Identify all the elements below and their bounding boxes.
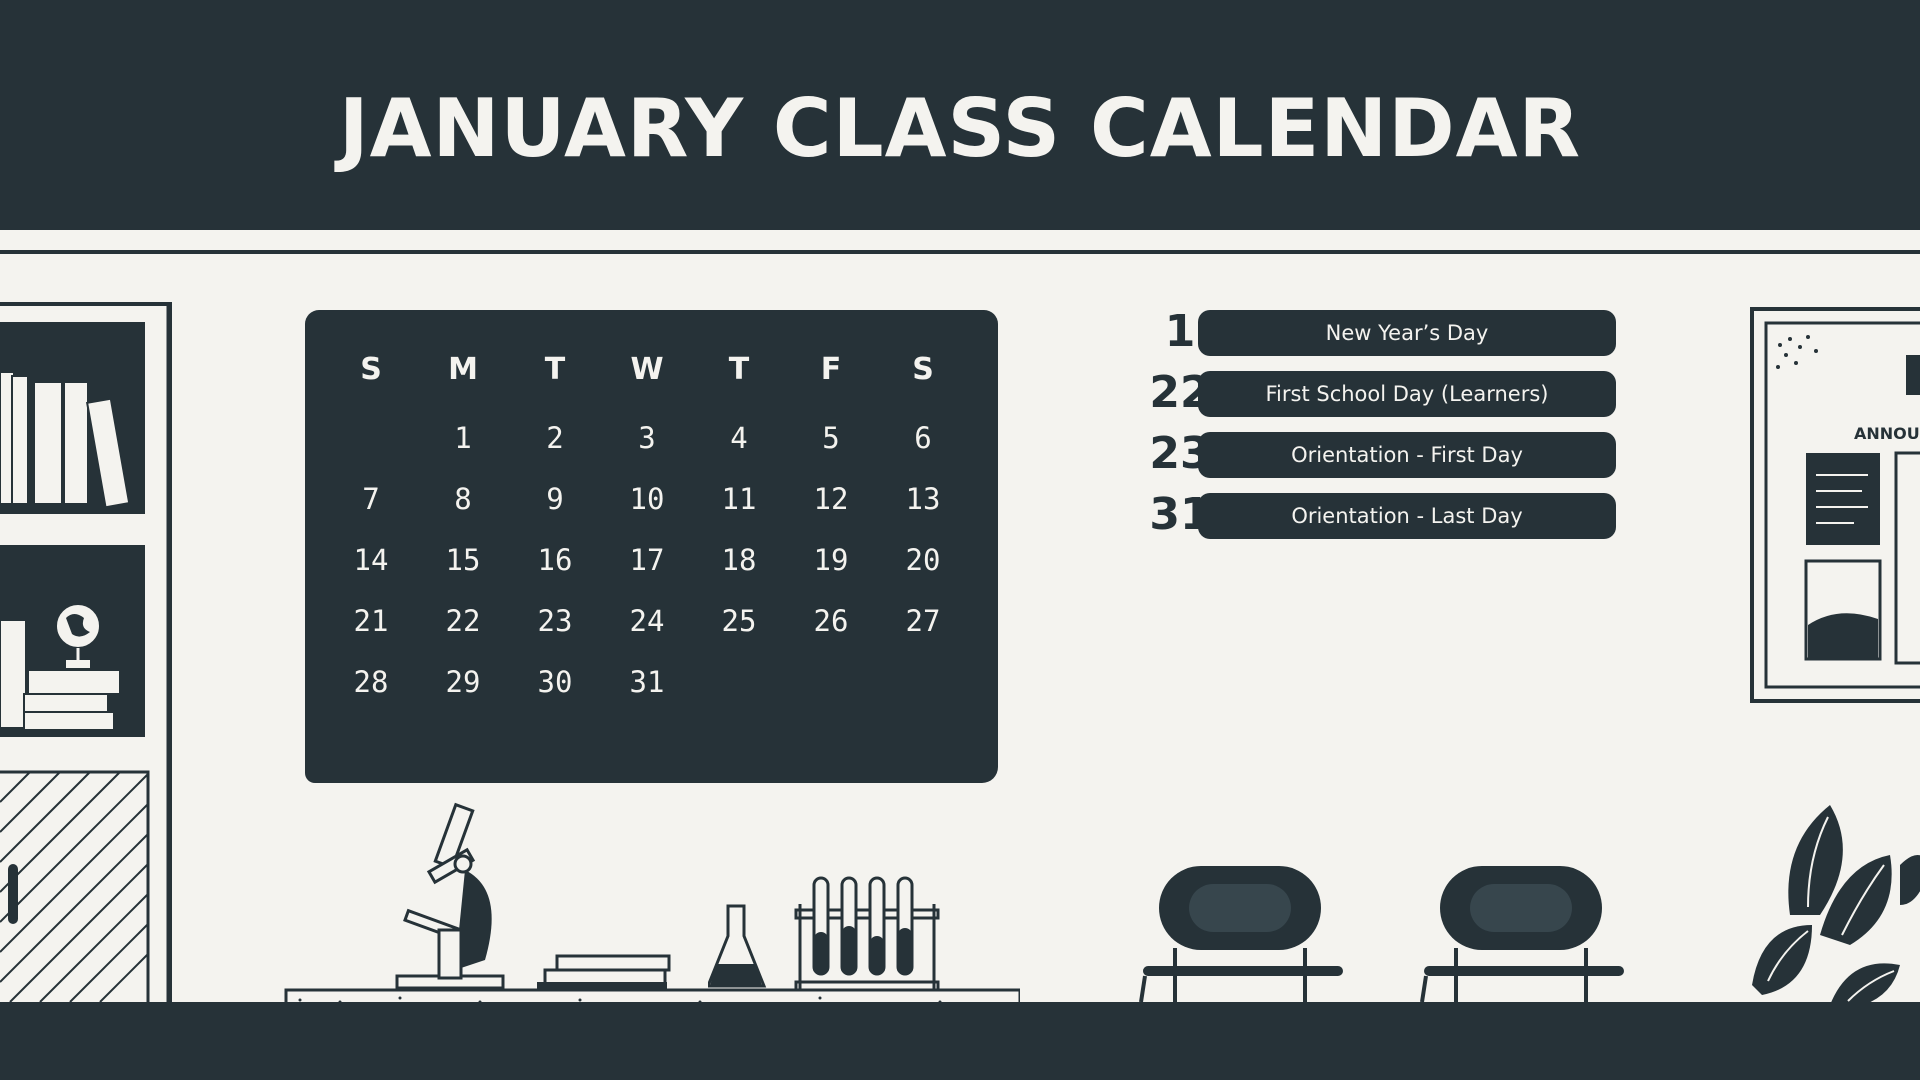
calendar-day: 25 <box>721 604 757 638</box>
plant-icon <box>1752 805 1920 1005</box>
chair-icon <box>1420 866 1624 1002</box>
calendar-day: 16 <box>537 543 573 577</box>
event-label: New Year’s Day <box>1198 310 1616 356</box>
flask-icon <box>708 904 767 988</box>
bulletin-board-icon: ANNOUN <box>1750 307 1920 703</box>
calendar-day: 30 <box>537 665 573 699</box>
footer-band <box>0 1002 1920 1080</box>
calendar-day: 15 <box>445 543 481 577</box>
calendar-day <box>325 418 417 479</box>
calendar-day: 20 <box>905 543 941 577</box>
page-title: JANUARY CLASS CALENDAR <box>338 82 1582 175</box>
calendar-day: 1 <box>454 421 472 455</box>
header-banner: JANUARY CLASS CALENDAR <box>0 0 1920 230</box>
calendar-board: S M T W T F S 1 2 3 4 5 6 7 8 9 10 11 12… <box>305 310 998 783</box>
board-label: ANNOUN <box>1854 424 1920 443</box>
calendar-day: 29 <box>445 665 481 699</box>
calendar-day <box>693 662 785 723</box>
event-item: 31 Orientation - Last Day <box>1120 491 1640 539</box>
calendar-day: 27 <box>905 604 941 638</box>
divider-line <box>0 250 1920 254</box>
calendar-day: 22 <box>445 604 481 638</box>
event-label: First School Day (Learners) <box>1198 371 1616 417</box>
calendar-day <box>785 662 877 723</box>
calendar-day: 31 <box>629 665 665 699</box>
calendar-day: 8 <box>454 482 472 516</box>
calendar-day: 23 <box>537 604 573 638</box>
event-item: 22 First School Day (Learners) <box>1120 369 1640 417</box>
chair-icon <box>1139 866 1343 1002</box>
books-icon <box>537 954 671 990</box>
calendar-day: 5 <box>822 421 840 455</box>
microscope-icon <box>395 802 505 990</box>
weekday-label: M <box>448 352 478 387</box>
weekday-label: T <box>728 352 750 387</box>
calendar-day: 18 <box>721 543 757 577</box>
calendar-day: 28 <box>353 665 389 699</box>
weekday-label: W <box>630 352 664 387</box>
calendar-day: 26 <box>813 604 849 638</box>
calendar-day: 19 <box>813 543 849 577</box>
weekday-label: S <box>912 352 934 387</box>
calendar-day: 10 <box>629 482 665 516</box>
calendar-day: 21 <box>353 604 389 638</box>
calendar-day: 17 <box>629 543 665 577</box>
weekday-label: S <box>360 352 382 387</box>
calendar-day: 9 <box>546 482 564 516</box>
calendar-grid: S M T W T F S 1 2 3 4 5 6 7 8 9 10 11 12… <box>325 350 969 723</box>
event-item: 1 New Year’s Day <box>1120 308 1640 356</box>
calendar-day: 7 <box>362 482 380 516</box>
calendar-day: 3 <box>638 421 656 455</box>
calendar-day <box>877 662 969 723</box>
calendar-day: 11 <box>721 482 757 516</box>
event-label: Orientation - Last Day <box>1198 493 1616 539</box>
event-item: 23 Orientation - First Day <box>1120 430 1640 478</box>
calendar-day: 12 <box>813 482 849 516</box>
weekday-label: F <box>820 352 842 387</box>
calendar-day: 4 <box>730 421 748 455</box>
calendar-day: 6 <box>914 421 932 455</box>
calendar-day: 24 <box>629 604 665 638</box>
weekday-label: T <box>544 352 566 387</box>
bookshelf-icon <box>0 302 172 1002</box>
test-tubes-icon <box>794 876 940 992</box>
event-label: Orientation - First Day <box>1198 432 1616 478</box>
calendar-day: 13 <box>905 482 941 516</box>
calendar-day: 2 <box>546 421 564 455</box>
calendar-day: 14 <box>353 543 389 577</box>
